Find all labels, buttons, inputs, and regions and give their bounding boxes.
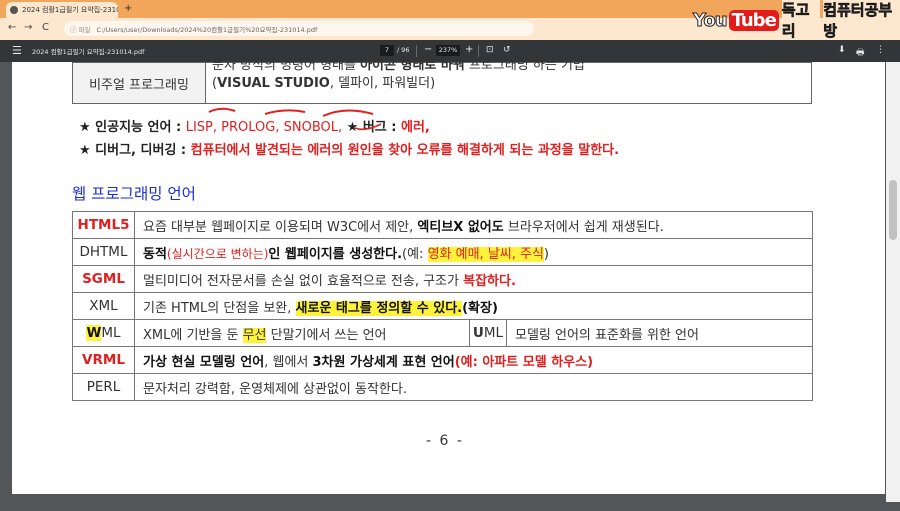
page-number: - 6 - [426, 433, 464, 449]
desc-highlight: 무선 [242, 327, 267, 343]
table-row: PERL 문자처리 강력함, 운영체제에 상관없이 동작한다. [72, 373, 813, 401]
desc-red: 복잡하다. [463, 273, 516, 289]
lang-key-html5: HTML5 [72, 211, 135, 239]
desc-text: ) [543, 246, 549, 262]
star-icon: ★ [79, 120, 91, 135]
desc-text: 멀티미디어 전자문서를 손실 없이 효율적으로 전송, 구조가 [143, 273, 464, 289]
lang-key-wml: WML [72, 319, 135, 347]
print-icon[interactable]: 🖶 [856, 45, 865, 61]
lang-desc-perl: 문자처리 강력함, 운영체제에 상관없이 동작한다. [134, 373, 813, 401]
desc-text: (예: [402, 246, 428, 262]
desc-red: (실시간으로 변하는) [166, 246, 269, 261]
key-rest: ML [483, 325, 504, 341]
ai-label: 인공지능 언어 : [90, 120, 186, 135]
lang-desc-uml: 모델링 언어의 표준화를 위한 언어 [506, 319, 813, 347]
fit-page-icon[interactable]: ⊡ [486, 45, 494, 55]
channel-name-a: 독고리 [781, 0, 821, 41]
debug-value: 컴퓨터에서 발견되는 에러의 원인을 찾아 오류를 해결하게 되는 과정을 말한… [190, 143, 620, 158]
desc-text: 기존 HTML의 단점을 보완, [143, 300, 296, 316]
page-total: / 96 [397, 46, 410, 54]
desc-bold: 동적 [143, 246, 167, 262]
lang-key-uml: UML [469, 319, 507, 347]
reload-button[interactable]: C [42, 22, 49, 33]
lang-key-vrml: VRML [72, 346, 135, 374]
lang-desc-html5: 요즘 대부분 웹페이지로 이용되며 W3C에서 제안, 엑티브X 없어도 브라우… [134, 211, 813, 239]
page-number-input[interactable]: 7 [380, 45, 394, 56]
desc-text: , 웹에서 [264, 354, 313, 370]
debug-line: ★ 디버그, 디버깅 : 컴퓨터에서 발견되는 에러의 원인을 찾아 오류를 해… [79, 139, 619, 158]
visual-programming-desc: 문자 방식의 명령어 형태를 아이콘 형태로 바꿔 프로그래밍 하는 기법 (V… [205, 58, 812, 104]
lang-desc-xml: 기존 HTML의 단점을 보완, 새로운 태그를 정의할 수 있다.(확장) [134, 292, 813, 320]
key-first-letter: U [472, 325, 484, 341]
vp-desc-post: 프로그래밍 하는 기법 [464, 58, 585, 73]
zoom-in-button[interactable]: + [465, 44, 473, 55]
lang-key-sgml: SGML [72, 265, 135, 293]
youtube-logo-you: You [693, 9, 729, 31]
globe-icon [10, 6, 18, 14]
handwritten-annotation [208, 107, 382, 131]
desc-bold: 엑티브X 없어도 [417, 219, 504, 235]
table-row: DHTML 동적(실시간으로 변하는)인 웹페이지를 생성한다.(예: 영화 예… [72, 238, 813, 266]
key-rest: ML [101, 325, 121, 341]
lang-desc-dhtml: 동적(실시간으로 변하는)인 웹페이지를 생성한다.(예: 영화 예매, 날씨,… [134, 238, 813, 266]
address-text: C:/Users/user/Downloads/2024%20컴활1급필기%20… [96, 25, 318, 34]
scrollbar-track[interactable] [886, 62, 900, 502]
new-tab-button[interactable]: + [124, 3, 132, 14]
toolbar-divider [416, 45, 417, 57]
zoom-input[interactable]: 237% [436, 45, 460, 56]
star-icon: ★ [79, 143, 91, 158]
site-info-icon[interactable]: ⓘ 파일 [70, 24, 91, 34]
youtube-watermark: You Tube 독고리 컴퓨터공부방 [693, 0, 900, 41]
browser-tab[interactable]: 2024 컴활1급필기 요약집-23101 × [6, 2, 118, 18]
visual-programming-key: 비주얼 프로그래밍 [72, 62, 206, 104]
tab-title: 2024 컴활1급필기 요약집-23101 [22, 6, 118, 14]
lang-key-xml: XML [72, 292, 135, 320]
youtube-logo-tube: Tube [728, 9, 779, 31]
toolbar-divider [478, 45, 479, 57]
table-row: VRML 가상 현실 모델링 언어, 웹에서 3차원 가상세계 표현 언어(예:… [72, 346, 813, 374]
vp-desc-pre: 문자 방식의 명령어 형태를 [212, 58, 361, 73]
forward-button[interactable]: → [24, 22, 32, 33]
desc-highlight: 새로운 태그를 정의할 수 있다. [295, 300, 463, 316]
download-icon[interactable]: ⬇ [838, 45, 846, 55]
desc-bold: (확장) [462, 300, 498, 316]
menu-icon[interactable]: ☰ [12, 44, 22, 57]
table-row: HTML5 요즘 대부분 웹페이지로 이용되며 W3C에서 제안, 엑티브X 없… [72, 211, 813, 239]
channel-name-b: 컴퓨터공부방 [823, 0, 900, 41]
table-row: WML XML에 기반을 둔 무선 단말기에서 쓰는 언어 UML 모델링 언어… [72, 319, 813, 347]
key-first-letter: W [86, 325, 102, 341]
vp-line2-bold: VISUAL STUDIO [217, 76, 330, 91]
scrollbar-thumb[interactable] [889, 180, 897, 240]
address-input[interactable]: ⓘ 파일 C:/Users/user/Downloads/2024%20컴활1급… [64, 21, 534, 36]
more-options-icon[interactable]: ⋮ [876, 45, 885, 55]
back-button[interactable]: ← [8, 22, 16, 33]
lang-desc-wml: XML에 기반을 둔 무선 단말기에서 쓰는 언어 [134, 319, 470, 347]
lang-desc-sgml: 멀티미디어 전자문서를 손실 없이 효율적으로 전송, 구조가 복잡하다. [134, 265, 813, 293]
desc-bold: 가상 현실 모델링 언어 [143, 354, 265, 370]
desc-red: (예: 아파트 모델 하우스) [454, 354, 594, 370]
pdf-filename: 2024 컴활1급필기 요약집-231014.pdf [32, 48, 145, 56]
desc-bold: 3차원 가상세계 표현 언어 [312, 354, 455, 370]
lang-key-dhtml: DHTML [72, 238, 135, 266]
section-title: 웹 프로그래밍 언어 [72, 185, 196, 203]
desc-text: XML에 기반을 둔 [143, 327, 243, 343]
table-row: SGML 멀티미디어 전자문서를 손실 없이 효율적으로 전송, 구조가 복잡하… [72, 265, 813, 293]
lang-desc-vrml: 가상 현실 모델링 언어, 웹에서 3차원 가상세계 표현 언어(예: 아파트 … [134, 346, 813, 374]
desc-highlight: 영화 예매, 날씨, 주식 [427, 246, 544, 262]
vp-line2-post: , 델파이, 파워빌더) [329, 76, 436, 91]
vp-desc-bold: 아이콘 형태로 바꿔 [360, 58, 465, 73]
desc-text: 요즘 대부분 웹페이지로 이용되며 W3C에서 제안, [143, 219, 418, 235]
zoom-out-button[interactable]: − [424, 44, 432, 55]
rotate-icon[interactable]: ↺ [503, 45, 511, 55]
desc-bold: 인 웹페이지를 생성한다. [268, 246, 403, 262]
bug-value: 에러, [401, 120, 430, 135]
web-languages-table: HTML5 요즘 대부분 웹페이지로 이용되며 W3C에서 제안, 엑티브X 없… [72, 211, 813, 401]
visual-programming-table: 비주얼 프로그래밍 문자 방식의 명령어 형태를 아이콘 형태로 바꿔 프로그래… [72, 58, 812, 104]
table-row: XML 기존 HTML의 단점을 보완, 새로운 태그를 정의할 수 있다.(확… [72, 292, 813, 320]
desc-text: 브라우저에서 쉽게 재생된다. [503, 219, 664, 235]
debug-label: 디버그, 디버깅 : [90, 143, 191, 158]
desc-text: 단말기에서 쓰는 언어 [266, 327, 387, 343]
lang-key-perl: PERL [72, 373, 135, 401]
screen: 2024 컴활1급필기 요약집-23101 × + ← → C ⓘ 파일 C:/… [0, 0, 900, 511]
